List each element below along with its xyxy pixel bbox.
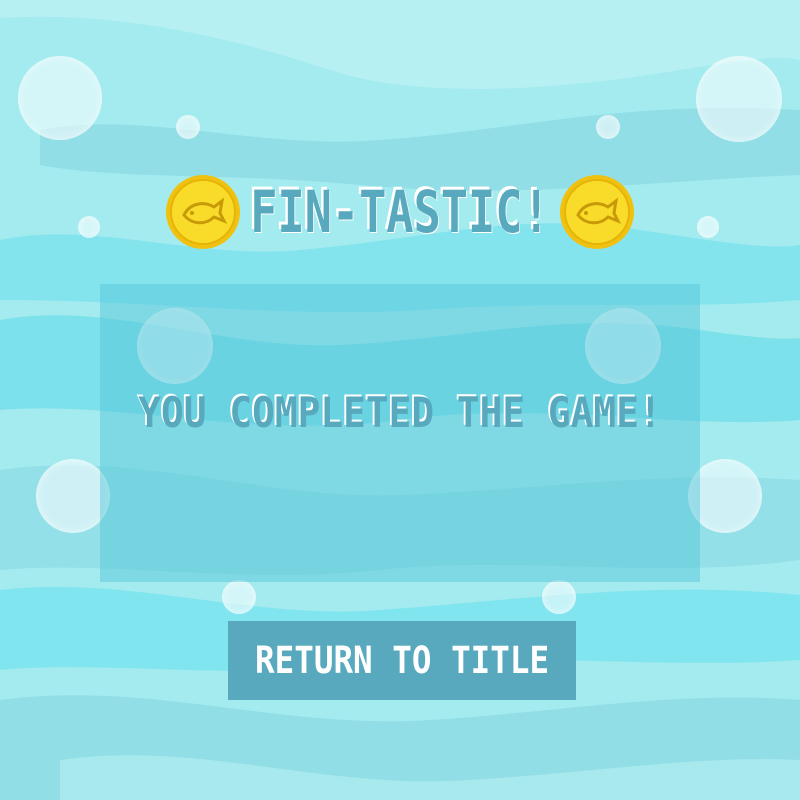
bubble: [596, 115, 620, 139]
return-to-title-button[interactable]: RETURN TO TITLE: [228, 621, 576, 700]
bubble: [542, 580, 576, 614]
bubble: [696, 56, 782, 142]
completion-message: YOU COMPLETED THE GAME!: [138, 388, 662, 437]
bubble: [36, 459, 110, 533]
title-row: FIN-TASTIC!: [0, 170, 800, 254]
gold-fish-coin-icon: [560, 175, 635, 249]
return-to-title-label: RETURN TO TITLE: [254, 639, 550, 682]
completion-panel: YOU COMPLETED THE GAME!: [100, 284, 700, 582]
game-scene: FIN-TASTIC! YOU COMPLETED THE GAME! RETU…: [0, 0, 800, 800]
bubble: [176, 115, 200, 139]
bubble: [18, 56, 102, 140]
game-title: FIN-TASTIC!: [250, 178, 550, 246]
gold-fish-coin-icon: [165, 175, 240, 249]
bubble: [222, 580, 256, 614]
